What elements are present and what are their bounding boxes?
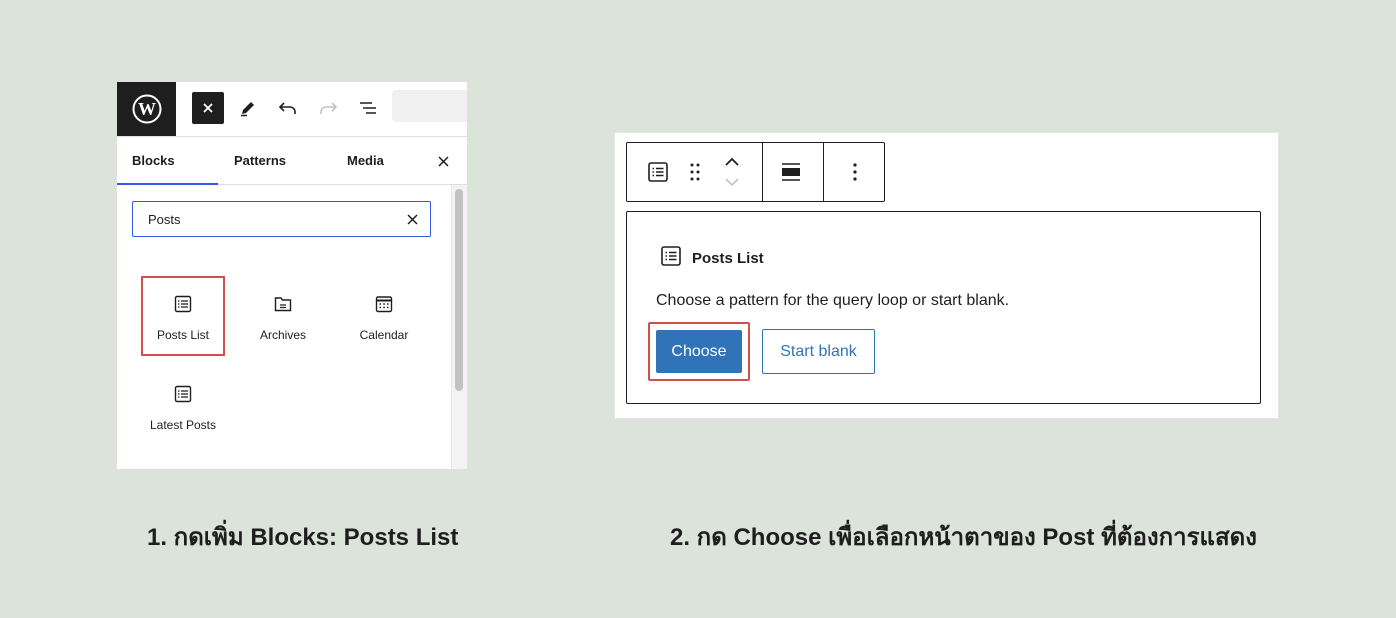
placeholder-title: Posts List	[692, 250, 764, 267]
active-tab-indicator	[117, 183, 218, 185]
posts-list-icon[interactable]	[646, 160, 670, 184]
block-item-archives[interactable]: Archives	[241, 276, 325, 356]
placeholder-instructions: Choose a pattern for the query loop or s…	[656, 292, 1010, 309]
clear-search-icon[interactable]	[406, 213, 418, 225]
list-view-icon[interactable]	[352, 92, 384, 124]
block-toolbar	[626, 142, 885, 202]
wordpress-logo-icon[interactable]: W	[117, 82, 176, 136]
choose-button[interactable]: Choose	[656, 330, 742, 373]
close-icon[interactable]	[435, 153, 451, 169]
block-item-label: Calendar	[359, 328, 409, 342]
step-1-caption: 1. กดเพิ่ม Blocks: Posts List	[147, 524, 459, 551]
move-down-icon[interactable]	[723, 175, 741, 189]
block-search-input[interactable]: Posts	[132, 201, 431, 237]
tab-patterns[interactable]: Patterns	[234, 137, 286, 184]
drag-handle-icon[interactable]	[686, 160, 704, 184]
tab-media[interactable]: Media	[347, 137, 384, 184]
toolbar-divider	[762, 143, 763, 201]
placeholder-header: Posts List	[660, 245, 764, 272]
svg-text:W: W	[138, 99, 156, 119]
move-up-icon[interactable]	[723, 155, 741, 169]
start-blank-button[interactable]: Start blank	[762, 329, 875, 374]
tab-blocks[interactable]: Blocks	[132, 137, 175, 184]
inserter-tabs: Blocks Patterns Media	[117, 137, 467, 185]
more-options-icon[interactable]	[845, 160, 865, 184]
scrollbar[interactable]	[451, 185, 467, 469]
toolbar-divider	[823, 143, 824, 201]
editor-top-toolbar: W	[117, 82, 467, 137]
block-item-label: Archives	[259, 328, 306, 342]
command-search-bar[interactable]	[392, 90, 467, 122]
block-item-latest-posts[interactable]: Latest Posts	[140, 366, 226, 446]
block-item-posts-list[interactable]: Posts List	[141, 276, 225, 356]
choose-highlight: Choose	[648, 322, 750, 381]
block-item-label: Latest Posts	[149, 418, 217, 432]
posts-list-icon	[660, 245, 682, 272]
search-input-value: Posts	[148, 212, 181, 227]
scrollbar-thumb[interactable]	[455, 189, 463, 391]
archives-icon	[274, 294, 292, 314]
undo-icon[interactable]	[272, 92, 304, 124]
step-2-caption: 2. กด Choose เพื่อเลือกหน้าตาของ Post ที…	[670, 524, 1257, 551]
calendar-icon	[375, 294, 393, 314]
posts-list-icon	[174, 294, 192, 314]
latest-posts-icon	[174, 384, 192, 404]
block-item-label: Posts List	[156, 328, 210, 342]
redo-icon[interactable]	[312, 92, 344, 124]
block-inserter-panel: W Blocks Patterns Media Posts Posts List…	[117, 82, 467, 469]
query-loop-placeholder: Posts List Choose a pattern for the quer…	[626, 211, 1261, 404]
block-item-calendar[interactable]: Calendar	[342, 276, 426, 356]
close-icon[interactable]	[192, 92, 224, 124]
align-icon[interactable]	[779, 161, 803, 183]
pencil-icon[interactable]	[232, 92, 264, 124]
